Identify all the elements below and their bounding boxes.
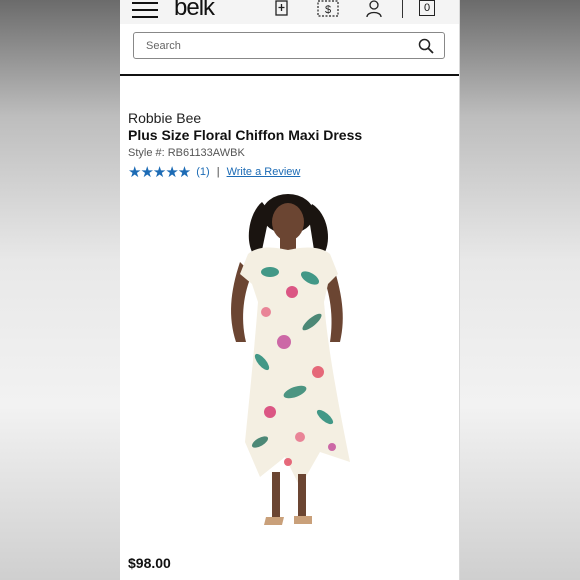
svg-text:$: $ <box>325 4 331 16</box>
header-bar: belk $ 0 <box>120 0 459 24</box>
search-input[interactable] <box>146 38 406 54</box>
mobile-page: belk $ 0 Robbie Bee Plus Size Floral Chi… <box>120 0 459 580</box>
style-number: Style #: RB61133AWBK <box>128 147 245 159</box>
account-icon[interactable] <box>365 0 383 18</box>
rating-row: ★★★★★ (1) | Write a Review <box>128 163 301 181</box>
search-bar[interactable] <box>133 32 445 59</box>
header-divider <box>402 0 403 18</box>
review-count[interactable]: (1) <box>196 166 209 178</box>
bag-count: 0 <box>423 2 431 14</box>
star-rating-icon[interactable]: ★★★★★ <box>128 163 191 181</box>
photo-backdrop-right <box>460 0 580 580</box>
belk-logo[interactable]: belk <box>174 0 215 22</box>
product-price: $98.00 <box>128 555 171 571</box>
product-title: Plus Size Floral Chiffon Maxi Dress <box>128 127 363 143</box>
product-image[interactable] <box>200 192 380 537</box>
menu-icon[interactable] <box>132 0 158 18</box>
store-locator-icon[interactable] <box>274 0 290 18</box>
coupon-icon[interactable]: $ <box>317 0 339 18</box>
search-icon[interactable] <box>418 38 434 54</box>
photo-backdrop-left <box>0 0 120 580</box>
rating-separator: | <box>216 166 220 178</box>
product-brand[interactable]: Robbie Bee <box>128 110 201 126</box>
write-review-link[interactable]: Write a Review <box>227 166 301 178</box>
shopping-bag-icon[interactable]: 0 <box>419 0 435 16</box>
header-rule <box>120 74 459 76</box>
